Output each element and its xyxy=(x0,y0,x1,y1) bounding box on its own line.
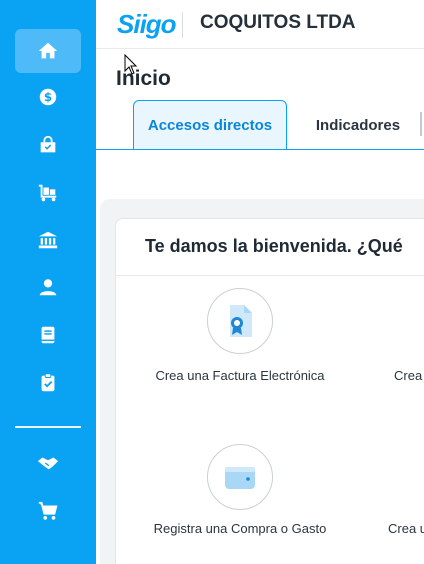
shortcut-icon-circle xyxy=(207,288,273,354)
cart-delivery-icon xyxy=(38,184,57,202)
sidebar-item-home[interactable] xyxy=(15,29,81,73)
tab-accesos-directos[interactable]: Accesos directos xyxy=(133,100,287,150)
shopping-cart-icon xyxy=(38,501,58,520)
shortcut-create-invoice[interactable]: Crea una Factura Electrónica xyxy=(140,288,340,388)
sidebar-item-purchases[interactable] xyxy=(15,123,81,167)
sidebar-divider xyxy=(15,426,81,428)
company-name[interactable]: COQUITOS LTDA xyxy=(200,12,356,34)
clipboard-check-icon xyxy=(41,373,55,392)
svg-text:$: $ xyxy=(44,90,52,104)
wallet-icon xyxy=(225,467,255,489)
shortcut-icon-circle xyxy=(207,444,273,510)
shortcut-register-purchase[interactable]: Registra una Compra o Gasto xyxy=(140,444,340,564)
sidebar-item-inventory[interactable] xyxy=(15,171,81,215)
invoice-icon xyxy=(230,305,252,337)
shortcut-create-partial-2[interactable]: Crea u xyxy=(386,444,424,564)
sidebar-item-tasks[interactable] xyxy=(15,361,81,405)
shortcut-label: Crea u xyxy=(388,521,424,536)
handshake-icon xyxy=(37,457,59,470)
mouse-cursor-icon xyxy=(124,54,138,75)
shortcut-label: Crea xyxy=(394,368,423,383)
tab-indicadores[interactable]: Indicadores xyxy=(300,100,416,150)
card-header-divider xyxy=(116,275,424,276)
sidebar-item-sales[interactable]: $ xyxy=(15,75,81,119)
sidebar-item-partners[interactable] xyxy=(15,441,81,485)
sidebar-item-contacts[interactable] xyxy=(15,265,81,309)
welcome-heading: Te damos la bienvenida. ¿Qué xyxy=(145,236,403,256)
book-icon xyxy=(41,326,55,344)
top-bar: Siigo COQUITOS LTDA xyxy=(96,0,424,49)
shortcut-label: Registra una Compra o Gasto xyxy=(153,521,327,536)
sidebar: $ xyxy=(0,0,96,564)
bank-icon xyxy=(38,231,58,249)
home-icon xyxy=(38,42,58,59)
sidebar-item-accounting[interactable] xyxy=(15,313,81,357)
dollar-icon: $ xyxy=(39,88,57,106)
tab-overflow-divider xyxy=(420,112,422,136)
user-icon xyxy=(39,279,57,296)
shortcut-label: Crea una Factura Electrónica xyxy=(155,368,325,383)
shortcut-create-partial[interactable]: Crea xyxy=(390,288,424,388)
logo[interactable]: Siigo xyxy=(117,9,177,40)
header-separator xyxy=(182,12,183,38)
shopping-bag-icon xyxy=(40,135,56,153)
sidebar-item-banks[interactable] xyxy=(15,218,81,262)
sidebar-item-store[interactable] xyxy=(15,489,81,533)
